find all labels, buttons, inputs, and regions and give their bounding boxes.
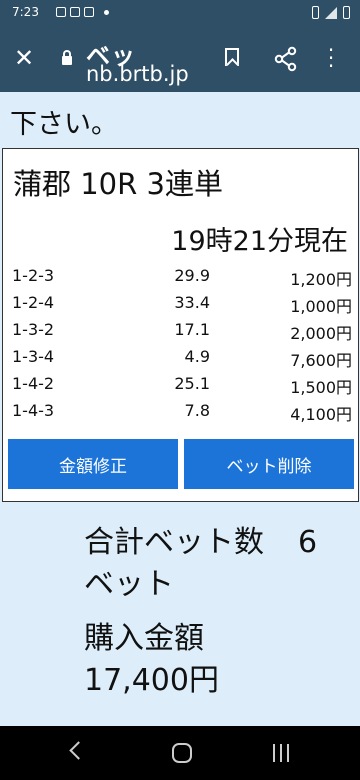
- bet-list: 1-2-3 29.9 1,200円 1-2-4 33.4 1,000円 1-3-…: [3, 261, 358, 424]
- app-notification-icon-2: [84, 7, 94, 17]
- bet-combination: 1-2-3: [12, 266, 55, 285]
- bet-odds: 25.1: [174, 374, 210, 393]
- bet-combination: 1-4-2: [12, 374, 55, 393]
- total-bets-line: 合計ベット数 6: [84, 522, 317, 564]
- bet-odds: 17.1: [174, 320, 210, 339]
- bet-row: 1-2-3 29.9 1,200円: [3, 261, 358, 289]
- bet-row: 1-2-4 33.4 1,000円: [3, 288, 358, 316]
- bet-odds: 7.8: [184, 401, 210, 420]
- more-options-icon[interactable]: · · ·: [326, 40, 336, 76]
- purchase-amount-value: 17,400円: [84, 663, 219, 698]
- odds-timestamp: 19時21分現在: [171, 226, 348, 257]
- bet-row: 1-4-2 25.1 1,500円: [3, 369, 358, 397]
- bet-amount: 1,200円: [290, 270, 352, 289]
- image-notification-icon: [56, 7, 66, 17]
- total-bets-value: 6: [298, 525, 318, 560]
- total-bets-label: 合計ベット数: [84, 525, 264, 560]
- system-icons: [312, 6, 350, 19]
- delete-bet-button[interactable]: ベット削除: [184, 439, 354, 489]
- share-icon[interactable]: [273, 46, 299, 72]
- bet-summary: 合計ベット数 6 ベット 購入金額 17,400円: [84, 522, 317, 702]
- home-icon[interactable]: [172, 743, 192, 763]
- url-text[interactable]: nb.brtb.jp: [86, 62, 189, 86]
- close-icon[interactable]: ✕: [14, 46, 34, 70]
- bet-amount: 7,600円: [290, 351, 352, 370]
- battery-saver-icon: [312, 6, 319, 19]
- bet-amount: 4,100円: [290, 405, 352, 424]
- bet-odds: 4.9: [184, 347, 210, 366]
- back-icon[interactable]: [69, 741, 88, 760]
- signal-icon: [325, 6, 337, 19]
- bet-row: 1-3-4 4.9 7,600円: [3, 342, 358, 370]
- bet-row: 1-4-3 7.8 4,100円: [3, 396, 358, 424]
- page-content: 下さい。 蒲郡 10R 3連単 19時21分現在 1-2-3 29.9 1,20…: [0, 92, 360, 726]
- bet-combination: 1-3-2: [12, 320, 55, 339]
- browser-toolbar: ✕ ベッ nb.brtb.jp · · ·: [0, 26, 360, 92]
- purchase-amount-label: 購入金額: [84, 621, 204, 656]
- battery-icon: [343, 6, 350, 19]
- status-time: 7:23: [12, 5, 39, 19]
- bet-combination: 1-4-3: [12, 401, 55, 420]
- race-title: 蒲郡 10R 3連単: [13, 167, 223, 201]
- lock-icon[interactable]: [62, 50, 72, 65]
- bet-odds: 33.4: [174, 293, 210, 312]
- bet-amount: 1,500円: [290, 378, 352, 397]
- instruction-text: 下さい。: [10, 109, 118, 140]
- system-nav-bar: [0, 726, 360, 780]
- notification-icons: [56, 7, 109, 17]
- bookmark-icon[interactable]: [225, 48, 239, 66]
- app-notification-icon: [70, 7, 80, 17]
- bet-amount: 1,000円: [290, 297, 352, 316]
- bet-odds: 29.9: [174, 266, 210, 285]
- total-bets-unit: ベット: [84, 567, 174, 602]
- recent-apps-icon[interactable]: [273, 744, 289, 762]
- status-bar: 7:23: [0, 0, 360, 26]
- bet-amount: 2,000円: [290, 324, 352, 343]
- more-notifications-dot-icon: [104, 10, 109, 15]
- bet-combination: 1-3-4: [12, 347, 55, 366]
- edit-amount-button[interactable]: 金額修正: [8, 439, 178, 489]
- bet-card: 蒲郡 10R 3連単 19時21分現在 1-2-3 29.9 1,200円 1-…: [2, 148, 359, 502]
- bet-combination: 1-2-4: [12, 293, 55, 312]
- bet-row: 1-3-2 17.1 2,000円: [3, 315, 358, 343]
